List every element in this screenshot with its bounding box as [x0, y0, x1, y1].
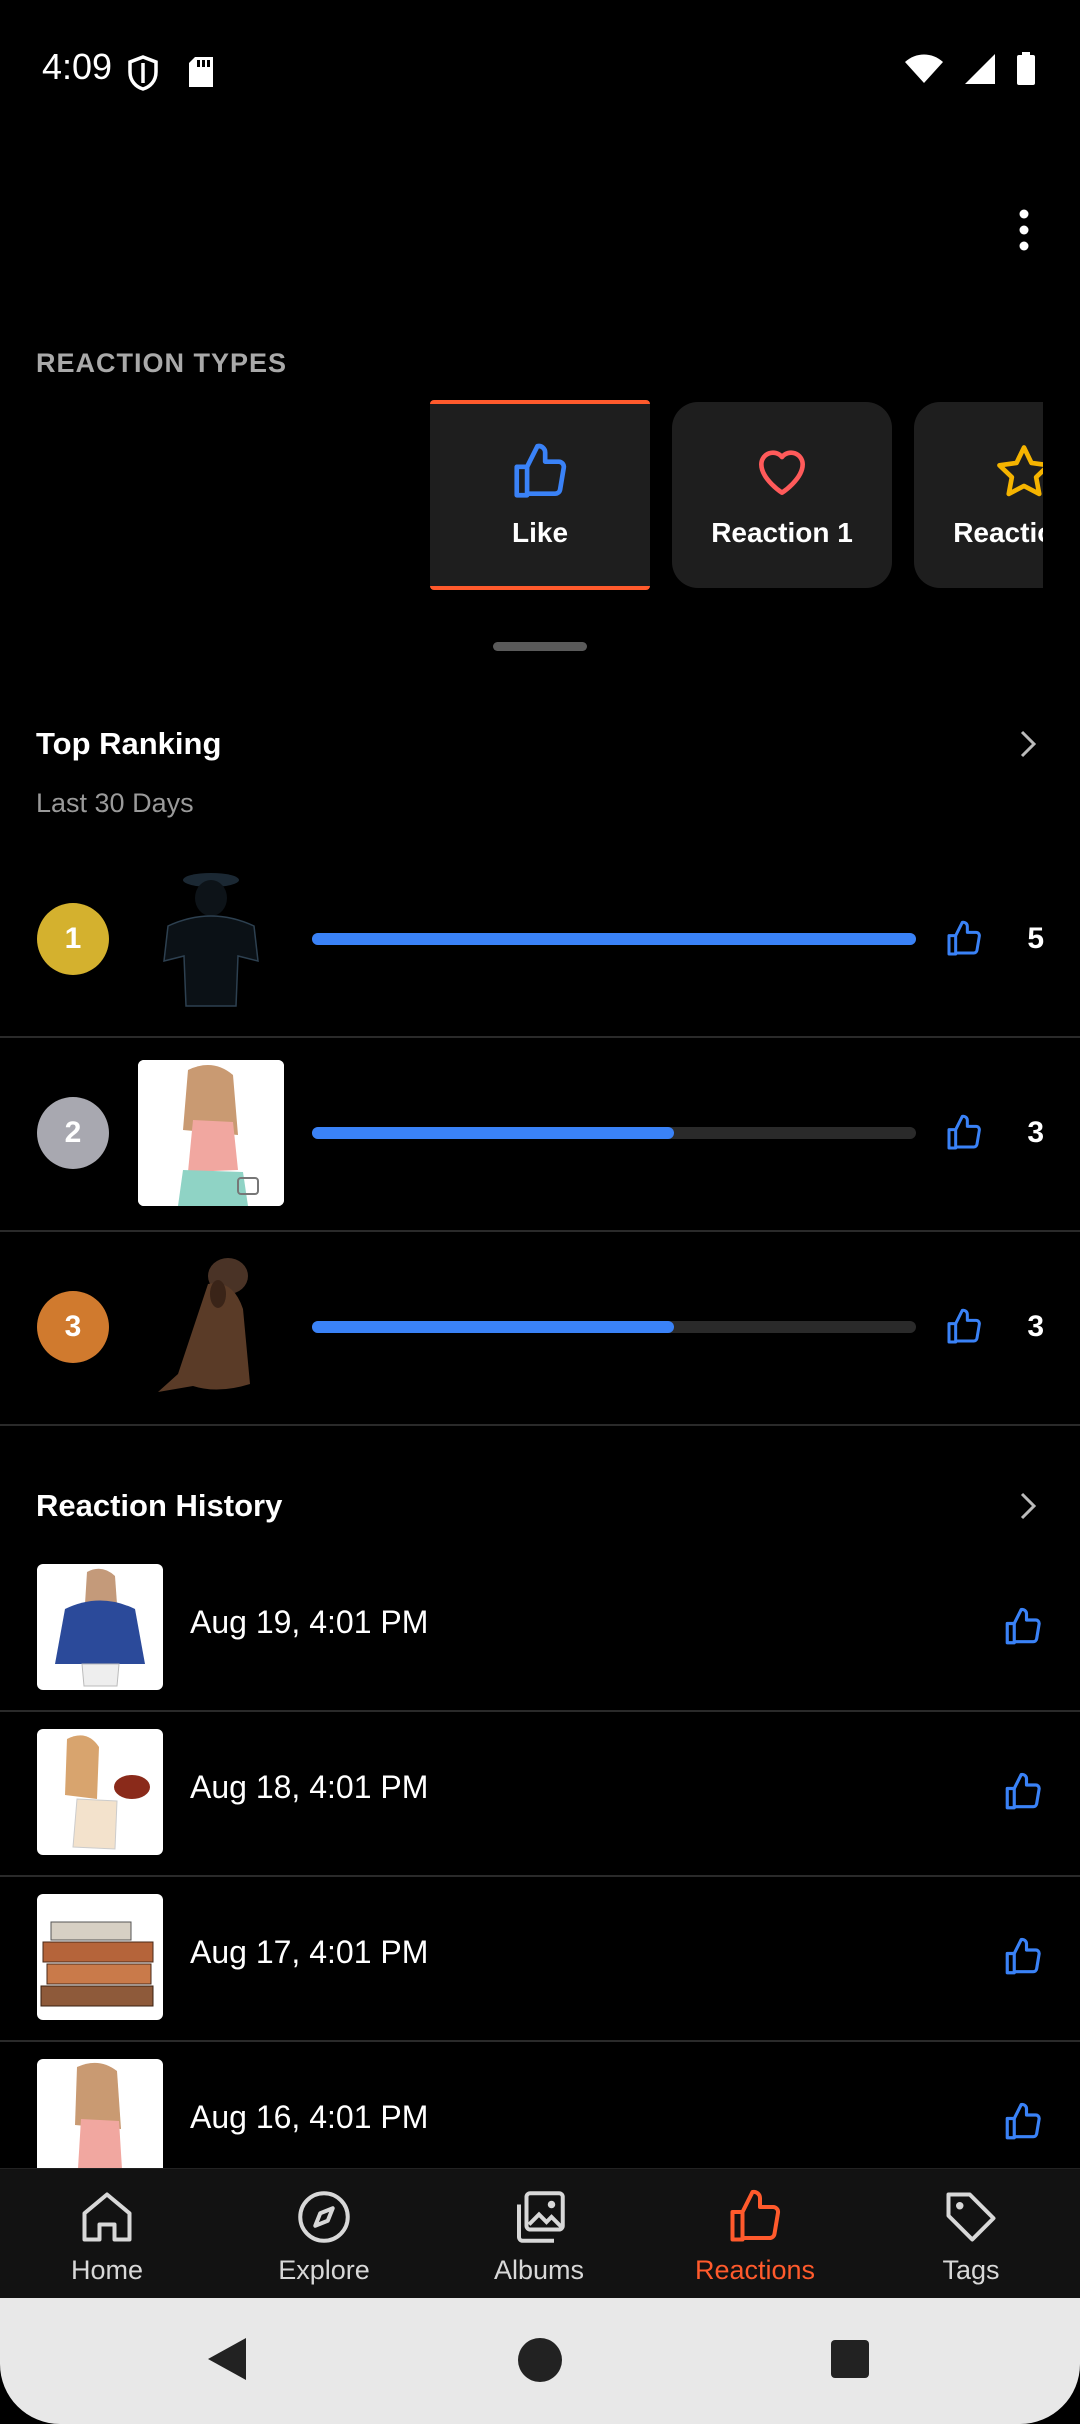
history-row[interactable]: Aug 19, 4:01 PM [0, 1546, 1080, 1712]
thumbs-up-icon [1005, 2102, 1041, 2140]
history-row[interactable]: Aug 17, 4:01 PM [0, 1876, 1080, 2042]
top-ranking-title: Top Ranking [36, 726, 222, 761]
reaction-card-reaction-2[interactable]: Reaction 2 [914, 402, 1043, 588]
shield-icon [128, 55, 158, 91]
reaction-type-carousel[interactable]: Like Reaction 1 Reaction 2 [0, 400, 1043, 592]
history-thumbnail [37, 2059, 163, 2185]
reaction-card-like[interactable]: Like [430, 400, 650, 590]
chevron-right-icon [1020, 1492, 1037, 1520]
compass-icon [298, 2191, 350, 2243]
history-thumbnail [37, 1894, 163, 2020]
history-date: Aug 16, 4:01 PM [190, 2099, 429, 2135]
top-ranking-subtitle: Last 30 Days [36, 788, 194, 818]
more-vert-icon [1019, 209, 1029, 251]
heart-icon [759, 450, 805, 495]
reaction-card-label: Reaction 1 [711, 517, 853, 548]
nav-label: Tags [942, 2255, 1000, 2285]
nav-albums[interactable]: Albums [449, 2187, 629, 2286]
thumbs-up-icon [514, 443, 567, 498]
thumbs-up-icon [1005, 1607, 1041, 1645]
reaction-card-reaction-1[interactable]: Reaction 1 [672, 402, 892, 588]
rank-badge: 3 [37, 1291, 109, 1363]
ranking-row-1[interactable]: 1 5 [0, 842, 1080, 1038]
cellular-icon [965, 54, 995, 84]
thumbs-up-icon [1005, 1772, 1041, 1810]
nav-explore[interactable]: Explore [234, 2187, 414, 2286]
ranking-bar [312, 1321, 916, 1333]
top-ranking-more-button[interactable] [1010, 726, 1046, 762]
ranking-thumbnail [138, 1254, 284, 1400]
more-options-button[interactable] [986, 192, 1062, 268]
back-icon[interactable] [204, 2334, 250, 2384]
ranking-thumbnail [138, 866, 284, 1012]
star-icon [997, 445, 1043, 497]
dog-image [158, 1258, 250, 1392]
ranking-row-2[interactable]: 2 3 [0, 1036, 1080, 1232]
rank-badge: 1 [37, 903, 109, 975]
thumbs-up-icon [1005, 1937, 1041, 1975]
chevron-right-icon [1020, 730, 1037, 758]
reaction-card-label: Like [511, 517, 569, 548]
denim-jacket-sketch-image [55, 1568, 145, 1687]
thumbs-up-icon [730, 2189, 781, 2242]
ranking-count: 5 [1027, 922, 1044, 955]
nav-label: Albums [493, 2255, 585, 2285]
history-date: Aug 17, 4:01 PM [190, 1934, 429, 1970]
girl-sketch-image [75, 2062, 123, 2185]
ranking-count: 3 [1027, 1116, 1044, 1149]
thumbs-up-icon [947, 1114, 981, 1150]
girl-sketch-image [138, 1060, 284, 1206]
home-circle-icon[interactable] [516, 2336, 564, 2384]
ranking-thumbnail [138, 1060, 284, 1206]
sd-card-icon [189, 57, 213, 87]
reaction-history-more-button[interactable] [1010, 1488, 1046, 1524]
history-date: Aug 18, 4:01 PM [190, 1769, 429, 1805]
history-thumbnail [37, 1564, 163, 1690]
reaction-history-title: Reaction History [36, 1488, 283, 1523]
history-thumbnail [37, 1729, 163, 1855]
reaction-card-label: Reaction 2 [953, 517, 1043, 548]
thumbs-up-icon [947, 920, 981, 956]
nav-label: Home [70, 2255, 144, 2285]
bottom-navigation: Home Explore Albums Reactions Tags [0, 2168, 1080, 2299]
nav-reactions[interactable]: Reactions [665, 2187, 845, 2286]
thumbs-up-icon [947, 1308, 981, 1344]
silhouette-figure-image [163, 873, 259, 1007]
nav-label: Reactions [694, 2255, 816, 2285]
status-time: 4:09 [42, 46, 113, 87]
history-row[interactable]: Aug 18, 4:01 PM [0, 1711, 1080, 1877]
nav-home[interactable]: Home [17, 2187, 197, 2286]
ranking-bar [312, 933, 916, 945]
system-navigation-bar [0, 2298, 1080, 2424]
ranking-count: 3 [1027, 1310, 1044, 1343]
history-date: Aug 19, 4:01 PM [190, 1604, 429, 1640]
wifi-icon [905, 54, 943, 83]
nav-tags[interactable]: Tags [881, 2187, 1061, 2286]
battery-icon [1017, 52, 1035, 85]
albums-icon [517, 2191, 565, 2243]
recents-icon[interactable] [829, 2338, 871, 2380]
nav-label: Explore [278, 2255, 370, 2285]
rank-badge: 2 [37, 1097, 109, 1169]
ranking-row-3[interactable]: 3 3 [0, 1230, 1080, 1426]
status-icons [904, 52, 1036, 86]
reaction-types-caption: REACTION TYPES [36, 348, 288, 378]
home-icon [82, 2192, 132, 2242]
tag-icon [946, 2192, 996, 2242]
books-sketch-image [40, 1921, 154, 2007]
drag-handle[interactable] [493, 642, 587, 651]
violin-girl-sketch-image [65, 1735, 150, 1850]
ranking-bar [312, 1127, 916, 1139]
